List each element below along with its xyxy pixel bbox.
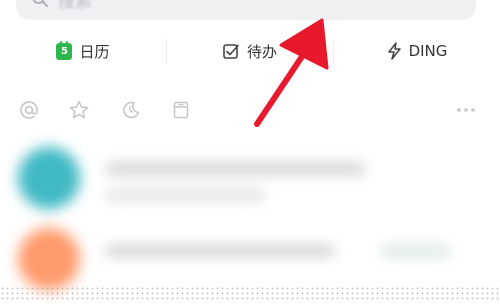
blurred-text	[105, 188, 265, 202]
calendar-label: 日历	[79, 42, 110, 61]
more-icon[interactable]	[455, 99, 477, 121]
todo-label: 待办	[246, 42, 277, 61]
quick-action-row: 5 日历 待办 DING	[0, 28, 500, 74]
at-icon[interactable]	[18, 99, 40, 121]
search-placeholder: 搜索	[58, 0, 92, 12]
ding-label: DING	[408, 42, 448, 60]
list-item[interactable]	[0, 140, 500, 220]
blurred-text	[105, 244, 335, 258]
dotted-texture	[0, 286, 500, 300]
moon-icon[interactable]	[120, 99, 142, 121]
calendar-button[interactable]: 5 日历	[0, 28, 166, 74]
todo-button[interactable]: 待办	[167, 28, 333, 74]
ding-button[interactable]: DING	[334, 28, 500, 74]
conversation-list	[0, 140, 500, 300]
filter-icon-row	[0, 92, 500, 128]
lightning-icon	[387, 42, 402, 60]
search-icon	[30, 0, 50, 9]
checkbox-icon	[223, 43, 240, 60]
search-bar[interactable]: 搜索	[16, 0, 476, 20]
star-icon[interactable]	[68, 99, 90, 121]
archive-icon[interactable]	[170, 99, 192, 121]
avatar	[18, 228, 80, 290]
blurred-text	[105, 162, 365, 176]
avatar	[18, 147, 80, 209]
calendar-icon: 5	[56, 40, 73, 60]
blurred-text	[380, 244, 450, 258]
